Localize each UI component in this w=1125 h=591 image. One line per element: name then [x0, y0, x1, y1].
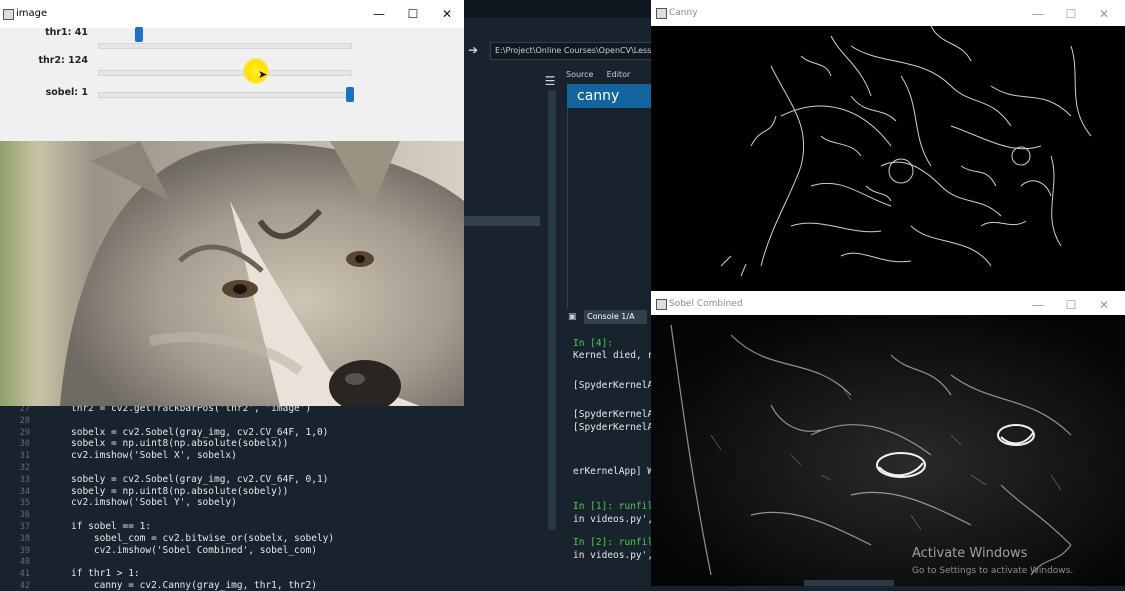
code-line[interactable]: sobelx = np.uint8(np.absolute(sobelx)) — [71, 438, 288, 449]
source-tab[interactable]: Source — [566, 66, 593, 84]
line-number: 37 — [19, 522, 30, 532]
line-number: 28 — [19, 415, 30, 426]
editor-area — [464, 72, 558, 586]
image-window: image — ☐ ✕ thr1: 41 thr2: 124 sobel: 1 … — [0, 0, 464, 406]
console-line: In [2]: runfile — [573, 537, 659, 548]
console-line: erKernelApp] WA — [573, 466, 659, 477]
line-number: 42 — [19, 581, 30, 591]
console-line: [SpyderKernelAp — [573, 409, 659, 420]
line-number: 29 — [19, 427, 30, 438]
sobel-slider-thumb[interactable] — [346, 87, 354, 102]
console-icon: ▣ — [568, 312, 577, 322]
wolf-photo — [0, 141, 464, 406]
sobel-window-titlebar[interactable]: Sobel Combined — ☐ ✕ — [651, 291, 1125, 317]
thr2-track[interactable] — [98, 70, 352, 76]
window-app-icon — [3, 9, 14, 20]
run-arrow-icon[interactable]: ➔ — [468, 42, 484, 58]
console-line: in videos.py', — [573, 550, 654, 561]
code-line[interactable]: sobely = cv2.Sobel(gray_img, cv2.CV_64F,… — [71, 474, 328, 485]
thr1-track[interactable] — [98, 43, 352, 49]
editor-tab[interactable]: Editor — [607, 66, 631, 84]
sobel-window-title: Sobel Combined — [669, 299, 743, 309]
image-window-title: image — [16, 8, 48, 19]
console-tab[interactable]: Console 1/A — [584, 310, 647, 324]
line-number: 38 — [19, 533, 30, 544]
console-line: [SpyderKernelAp — [573, 422, 659, 433]
help-pane-body — [567, 108, 652, 308]
code-line[interactable]: cv2.imshow('Sobel Y', sobely) — [71, 497, 237, 508]
help-pane-tabs: Source Editor — [566, 62, 651, 80]
maximize-button[interactable]: ☐ — [1054, 0, 1088, 28]
line-number: 30 — [19, 439, 30, 450]
working-directory-path[interactable]: E:\Project\Online Courses\OpenCV\Lesson … — [490, 42, 657, 60]
code-line[interactable]: cv2.imshow('Sobel Combined', sobel_com) — [71, 545, 317, 556]
window-app-icon — [656, 299, 667, 310]
close-button[interactable]: ✕ — [1087, 0, 1121, 28]
minimize-button[interactable]: — — [1021, 0, 1055, 28]
bottom-tab-strip — [804, 580, 894, 586]
activate-windows-watermark: Activate Windows — [912, 546, 1028, 561]
thr1-slider-thumb[interactable] — [134, 27, 143, 42]
line-number: 35 — [19, 498, 30, 509]
sobel-label: sobel: 1 — [45, 87, 88, 98]
canny-help-header: canny — [567, 84, 651, 108]
activate-windows-subtext: Go to Settings to activate Windows. — [912, 566, 1074, 576]
canny-window-title: Canny — [669, 8, 698, 18]
line-number: 34 — [19, 486, 30, 497]
console-line: in videos.py', — [573, 514, 654, 525]
maximize-button[interactable]: ☐ — [396, 0, 430, 28]
code-line[interactable]: if thr1 > 1: — [71, 568, 140, 579]
editor-splitter[interactable] — [464, 216, 540, 226]
console-line: In [1]: runfile — [573, 501, 659, 512]
thr2-label: thr2: 124 — [38, 55, 88, 66]
line-number: 41 — [19, 569, 30, 580]
window-app-icon — [656, 8, 667, 19]
line-number: 36 — [19, 510, 30, 521]
code-line[interactable]: if sobel == 1: — [71, 521, 151, 532]
editor-scrollbar[interactable] — [548, 90, 556, 530]
close-button[interactable]: ✕ — [430, 0, 464, 28]
spyder-topbar — [464, 0, 651, 18]
sobel-combined-image — [651, 315, 1125, 586]
canny-window-titlebar[interactable]: Canny — ☐ ✕ — [651, 0, 1125, 26]
line-number: 39 — [19, 545, 30, 556]
code-line[interactable]: sobel_com = cv2.bitwise_or(sobelx, sobel… — [71, 533, 334, 544]
code-line[interactable]: sobelx = cv2.Sobel(gray_img, cv2.CV_64F,… — [71, 427, 328, 438]
line-number: 33 — [19, 474, 30, 485]
mouse-cursor-icon: ➤ — [258, 68, 268, 81]
line-number: 32 — [19, 463, 30, 473]
code-line[interactable]: sobely = np.uint8(np.absolute(sobely)) — [71, 486, 288, 497]
image-window-titlebar[interactable]: image — ☐ ✕ — [0, 0, 464, 28]
minimize-button[interactable]: — — [362, 0, 396, 28]
pane-options-menu-icon[interactable]: ☰ — [543, 74, 557, 88]
canny-edge-image — [651, 26, 1125, 291]
console-line: In [4]: — [573, 338, 614, 349]
code-line[interactable]: cv2.imshow('Sobel X', sobelx) — [71, 450, 237, 461]
console-line: Kernel died, re — [573, 350, 659, 361]
sobel-track[interactable] — [98, 92, 352, 98]
line-number: 40 — [19, 557, 30, 568]
thr1-label: thr1: 41 — [45, 27, 88, 38]
line-number: 31 — [19, 451, 30, 462]
console-line: [SpyderKernelAp — [573, 380, 659, 391]
